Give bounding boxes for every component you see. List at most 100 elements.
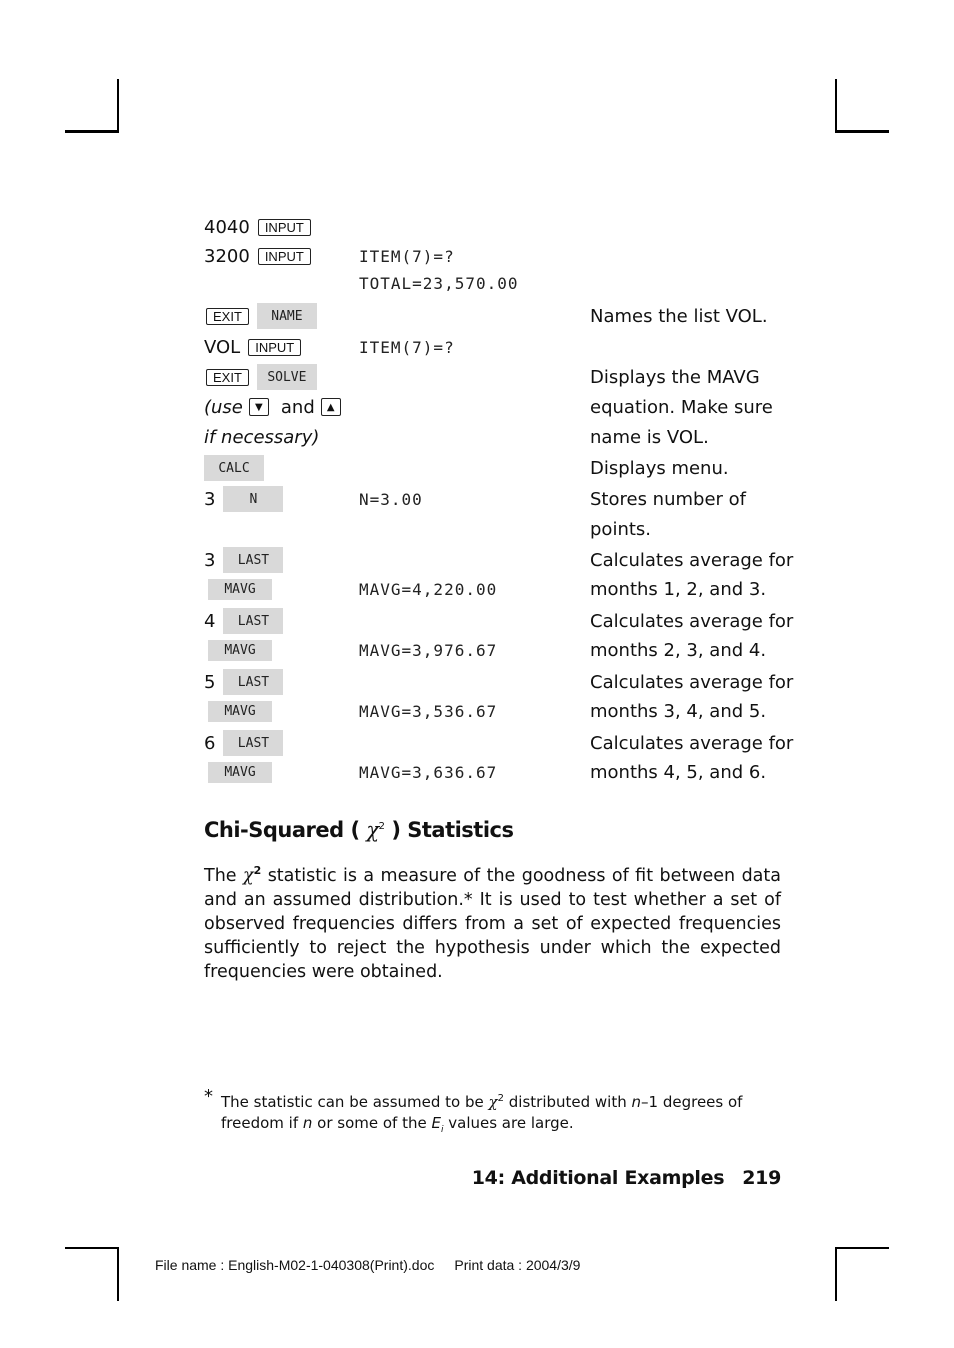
calculator-display: TOTAL=23,570.00 xyxy=(359,273,519,293)
step-row: MAVG MAVG=4,220.00 months 1, 2, and 3. xyxy=(0,574,954,604)
page-number: 219 xyxy=(742,1167,781,1189)
step-description: Calculates average for xyxy=(590,732,794,754)
step-row: 3 LAST Calculates average for xyxy=(0,545,954,575)
step-description: name is VOL. xyxy=(590,426,709,448)
chapter-title: 14: Additional Examples xyxy=(471,1167,725,1189)
menu-key-name: NAME xyxy=(256,303,317,329)
menu-key-mavg: MAVG xyxy=(208,761,272,783)
step-row: 4040 INPUT xyxy=(0,212,954,242)
step-row: MAVG MAVG=3,536.67 months 3, 4, and 5. xyxy=(0,696,954,726)
menu-key-solve: SOLVE xyxy=(256,364,317,390)
menu-key-last: LAST xyxy=(223,730,284,756)
key-entry-text: and xyxy=(280,396,315,418)
menu-key-mavg: MAVG xyxy=(208,700,272,722)
step-description: Calculates average for xyxy=(590,671,794,693)
step-keys: CALC xyxy=(204,453,264,483)
step-row: 5 LAST Calculates average for xyxy=(0,667,954,697)
step-keys: 4 LAST xyxy=(204,606,284,636)
step-row: if necessary) name is VOL. xyxy=(0,422,954,452)
key-entry-text: 3 xyxy=(204,549,216,571)
key-entry-text: 4040 xyxy=(204,216,250,238)
step-row: VOL INPUT ITEM(7)=? xyxy=(0,332,954,362)
page-footer: 14: Additional Examples 219 xyxy=(471,1167,782,1189)
step-keys: 5 LAST xyxy=(204,667,284,697)
menu-key-last: LAST xyxy=(223,669,284,695)
crop-mark-br-h xyxy=(835,1247,889,1249)
step-row: TOTAL=23,570.00 xyxy=(0,268,954,298)
step-keys: (use ▼ and ▲ xyxy=(204,392,347,422)
calculator-display: ITEM(7)=? xyxy=(359,337,455,357)
step-keys: MAVG xyxy=(204,635,272,665)
step-description: months 2, 3, and 4. xyxy=(590,639,767,661)
step-keys: 3N xyxy=(204,484,284,514)
key-entry-text: VOL xyxy=(204,336,241,358)
step-row: MAVG MAVG=3,976.67 months 2, 3, and 4. xyxy=(0,635,954,665)
up-arrow-key-icon: ▲ xyxy=(320,398,341,416)
calculator-display: MAVG=3,536.67 xyxy=(359,701,498,721)
step-keys: MAVG xyxy=(204,757,272,787)
down-arrow-key-icon: ▼ xyxy=(248,398,269,416)
hard-key-input: INPUT xyxy=(257,218,311,236)
print-date: Print data : 2004/3/9 xyxy=(454,1257,581,1273)
calculator-display: MAVG=3,976.67 xyxy=(359,640,498,660)
file-name: File name : English-M02-1-040308(Print).… xyxy=(155,1257,435,1273)
menu-key-calc: CALC xyxy=(204,455,264,481)
hard-key-input: INPUT xyxy=(257,247,311,265)
step-keys: VOL INPUT xyxy=(204,332,302,362)
key-entry-text: 6 xyxy=(204,732,216,754)
step-keys: 6 LAST xyxy=(204,728,284,758)
step-description: Displays the MAVG xyxy=(590,366,760,388)
instruction-text: (use xyxy=(204,396,243,418)
crop-mark-tr-v xyxy=(835,79,837,132)
step-row: 3200 INPUT ITEM(7)=? xyxy=(0,241,954,271)
menu-key-mavg: MAVG xyxy=(208,578,272,600)
key-entry-text: 3 xyxy=(204,488,216,510)
crop-mark-bl-h xyxy=(65,1247,119,1249)
key-entry-text: 4 xyxy=(204,610,216,632)
chi-symbol: χ xyxy=(366,818,379,842)
menu-key-last: LAST xyxy=(223,608,284,634)
hard-key-exit: EXIT xyxy=(206,307,249,325)
step-description: Names the list VOL. xyxy=(590,305,768,327)
step-row: EXIT NAME Names the list VOL. xyxy=(0,301,954,331)
step-row: 3 N N=3.00 Stores number of xyxy=(0,484,954,514)
step-keys: if necessary) xyxy=(204,422,319,452)
crop-mark-tr-h xyxy=(835,130,889,133)
step-row: (use ▼ and ▲ equation. Make sure xyxy=(0,392,954,422)
step-row: 6 LAST Calculates average for xyxy=(0,728,954,758)
calculator-display: MAVG=3,636.67 xyxy=(359,762,498,782)
crop-mark-bl-v xyxy=(117,1247,119,1301)
step-description: Displays menu. xyxy=(590,457,729,479)
step-keys: MAVG xyxy=(204,574,272,604)
step-description: Stores number of xyxy=(590,488,746,510)
section-heading: Chi-Squared ( χ2 ) Statistics xyxy=(204,818,514,842)
crop-mark-tl-v xyxy=(117,79,119,132)
step-description: Calculates average for xyxy=(590,549,794,571)
key-entry-text: 5 xyxy=(204,671,216,693)
step-row: 4 LAST Calculates average for xyxy=(0,606,954,636)
calculator-display: MAVG=4,220.00 xyxy=(359,579,498,599)
step-row: EXIT SOLVE Displays the MAVG xyxy=(0,362,954,392)
step-description: months 1, 2, and 3. xyxy=(590,578,767,600)
crop-mark-tl-h xyxy=(65,130,119,133)
menu-key-last: LAST xyxy=(223,547,284,573)
calculator-display: N=3.00 xyxy=(359,489,423,509)
step-row: CALC Displays menu. xyxy=(0,453,954,483)
step-description: months 3, 4, and 5. xyxy=(590,700,767,722)
file-info: File name : English-M02-1-040308(Print).… xyxy=(155,1257,580,1273)
step-keys: EXIT NAME xyxy=(204,301,317,331)
step-keys: MAVG xyxy=(204,696,272,726)
key-entry-text: 3200 xyxy=(204,245,250,267)
step-description: points. xyxy=(590,518,652,540)
step-description: equation. Make sure xyxy=(590,396,773,418)
step-description: Calculates average for xyxy=(590,610,794,632)
step-keys: EXIT SOLVE xyxy=(204,362,317,392)
crop-mark-br-v xyxy=(835,1247,837,1301)
hard-key-exit: EXIT xyxy=(206,368,249,386)
step-keys: 3200 INPUT xyxy=(204,241,311,271)
step-description: months 4, 5, and 6. xyxy=(590,761,767,783)
hard-key-input: INPUT xyxy=(248,338,302,356)
footnote: * The statistic can be assumed to be χ2 … xyxy=(204,1086,743,1135)
step-keys: 3 LAST xyxy=(204,545,284,575)
step-row: MAVG MAVG=3,636.67 months 4, 5, and 6. xyxy=(0,757,954,787)
